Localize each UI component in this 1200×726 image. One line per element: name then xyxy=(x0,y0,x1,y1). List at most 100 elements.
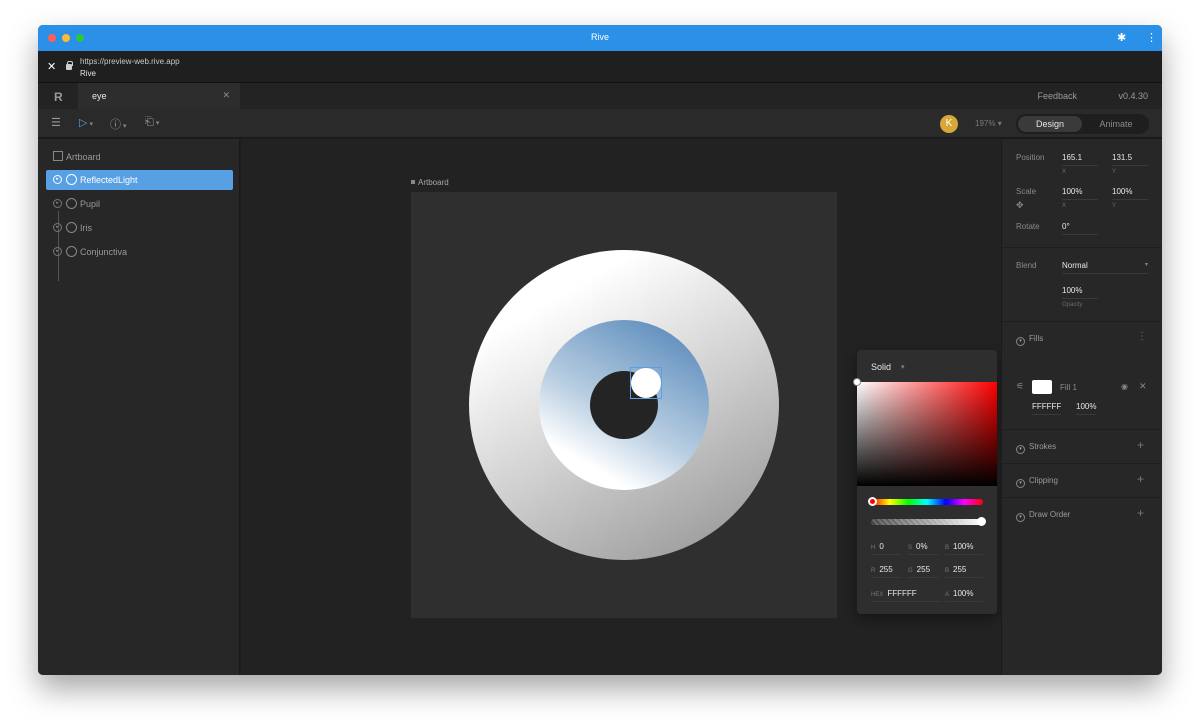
pen-tool-icon[interactable]: ⓘ ▾ xyxy=(110,116,127,132)
editor-toolbar: ☰ ▷ ▾ ⓘ ▾ ⎗ ▾ K 197% ▾ Design Animate xyxy=(38,109,1162,138)
reflected-light-shape[interactable] xyxy=(631,368,661,398)
conjunctiva-shape[interactable] xyxy=(469,250,779,560)
title-bar: Rive ✱ ⋮ xyxy=(38,25,1162,51)
hierarchy-item-iris[interactable]: ▸ Iris xyxy=(46,218,233,238)
a-field[interactable]: A 100% xyxy=(945,589,983,602)
hierarchy-item-conjunctiva[interactable]: ▸ Conjunctiva xyxy=(46,242,233,262)
artboard-label[interactable]: Artboard xyxy=(411,178,449,187)
y-sub-label: Y xyxy=(1112,203,1117,209)
fill-color-swatch[interactable] xyxy=(1032,380,1052,394)
opacity-input[interactable]: 100% xyxy=(1062,286,1098,299)
ellipse-icon xyxy=(66,246,77,257)
remove-fill-icon[interactable]: ✕ xyxy=(1139,381,1147,392)
mode-toggle: Design Animate xyxy=(1016,114,1149,134)
close-icon[interactable]: ✕ xyxy=(47,60,56,73)
y-sub-label: Y xyxy=(1112,169,1117,175)
g-field[interactable]: G 255 xyxy=(908,565,938,578)
hierarchy-item-reflectedlight[interactable]: ▸ ReflectedLight xyxy=(46,170,233,190)
inspector-panel: Position 165.1 131.5 X Y Scale ✥ 100% 10… xyxy=(1001,139,1162,675)
x-sub-label: X xyxy=(1062,203,1067,209)
add-stroke-icon[interactable]: + xyxy=(1137,438,1144,452)
rive-logo-icon[interactable]: R xyxy=(54,90,63,104)
page-title: Rive xyxy=(80,69,97,78)
tab-eye[interactable]: eye ✕ xyxy=(78,83,240,109)
move-icon[interactable]: ✥ xyxy=(1016,200,1024,211)
color-handle[interactable] xyxy=(853,378,861,386)
canvas-stage[interactable]: Artboard Solid ▾ H 0 S 0% B 100% R 255 G… xyxy=(241,139,1002,675)
alpha-slider[interactable] xyxy=(871,517,986,526)
expand-icon[interactable]: ▸ xyxy=(53,223,62,232)
saturation-value-area[interactable] xyxy=(853,378,997,486)
more-icon[interactable]: ⋮ xyxy=(1137,331,1147,342)
expand-icon[interactable]: ▸ xyxy=(53,199,62,208)
alpha-handle[interactable] xyxy=(977,517,986,526)
position-x-input[interactable]: 165.1 xyxy=(1062,153,1098,166)
artboard-icon xyxy=(53,151,63,161)
extension-icon[interactable]: ✱ xyxy=(1117,31,1126,44)
chevron-down-icon: ▾ xyxy=(1016,479,1025,488)
hex-field[interactable]: HEX FFFFFF xyxy=(871,589,941,602)
divider xyxy=(1002,321,1162,322)
position-y-input[interactable]: 131.5 xyxy=(1112,153,1148,166)
blend-mode-select[interactable]: Normal ▾ xyxy=(1062,261,1148,274)
s-field[interactable]: S 0% xyxy=(908,542,938,555)
h-field[interactable]: H0 xyxy=(871,542,901,555)
artboard[interactable] xyxy=(411,192,837,618)
rotate-input[interactable]: 0° xyxy=(1062,222,1098,235)
sliders-icon[interactable]: ⚟ xyxy=(1016,381,1024,392)
window-title: Rive xyxy=(590,32,609,42)
add-clipping-icon[interactable]: + xyxy=(1137,472,1144,486)
position-label: Position xyxy=(1016,153,1045,162)
more-menu-icon[interactable]: ⋮ xyxy=(1146,31,1157,44)
r-field[interactable]: R 255 xyxy=(871,565,901,578)
iris-shape[interactable] xyxy=(539,320,709,490)
hamburger-menu-icon[interactable]: ☰ xyxy=(51,116,61,129)
divider xyxy=(1002,463,1162,464)
fill-opacity-input[interactable]: 100% xyxy=(1076,402,1097,415)
fill-type-select[interactable]: Solid xyxy=(871,362,891,372)
b-field[interactable]: B 100% xyxy=(945,542,983,555)
shape-tool-icon[interactable]: ⎗ ▾ xyxy=(145,116,159,129)
ellipse-icon xyxy=(66,198,77,209)
feedback-link[interactable]: Feedback xyxy=(1037,91,1077,101)
blend-label: Blend xyxy=(1016,261,1037,270)
draw-order-section-header[interactable]: ▾ Draw Order xyxy=(1016,510,1070,522)
chevron-down-icon[interactable]: ▾ xyxy=(901,363,905,371)
clipping-section-header[interactable]: ▾ Clipping xyxy=(1016,476,1058,488)
chevron-down-icon: ▾ xyxy=(1144,262,1148,268)
browser-window: Rive ✱ ⋮ ✕ https://preview-web.rive.app … xyxy=(38,25,1162,675)
fills-section-header[interactable]: ▾ Fills xyxy=(1016,334,1043,346)
strokes-section-header[interactable]: ▾ Strokes xyxy=(1016,442,1056,454)
b-rgb-field[interactable]: B 255 xyxy=(945,565,983,578)
fill-name[interactable]: Fill 1 xyxy=(1060,383,1077,392)
avatar[interactable]: K xyxy=(940,115,958,133)
hierarchy-item-artboard[interactable]: Artboard xyxy=(46,147,233,167)
animate-mode-button[interactable]: Animate xyxy=(1084,116,1148,132)
url-text[interactable]: https://preview-web.rive.app xyxy=(80,56,180,68)
visibility-icon[interactable]: ◉ xyxy=(1121,382,1128,391)
hierarchy-item-pupil[interactable]: ▸ Pupil xyxy=(46,194,233,214)
fill-hex-input[interactable]: FFFFFF xyxy=(1032,402,1062,415)
hue-slider[interactable] xyxy=(868,497,983,506)
lock-icon xyxy=(66,61,73,70)
editor-tab-bar: R eye ✕ Feedback v0.4.30 xyxy=(38,83,1162,109)
x-sub-label: X xyxy=(1062,169,1067,175)
scale-label: Scale xyxy=(1016,187,1037,196)
reflected-light-selection[interactable] xyxy=(630,367,662,399)
scale-y-input[interactable]: 100% xyxy=(1112,187,1148,200)
design-mode-button[interactable]: Design xyxy=(1018,116,1082,132)
version-label: v0.4.30 xyxy=(1118,91,1148,101)
select-tool-icon[interactable]: ▷ ▾ xyxy=(79,116,93,129)
expand-icon[interactable]: ▸ xyxy=(53,247,62,256)
chevron-down-icon: ▾ xyxy=(1016,445,1025,454)
expand-icon[interactable]: ▸ xyxy=(53,175,62,184)
tab-label: eye xyxy=(92,91,107,101)
hierarchy-panel: Artboard ▸ ReflectedLight ▸ Pupil ▸ Iris… xyxy=(38,139,240,675)
scale-x-input[interactable]: 100% xyxy=(1062,187,1098,200)
chevron-down-icon: ▾ xyxy=(1016,337,1025,346)
close-tab-icon[interactable]: ✕ xyxy=(222,90,230,101)
zoom-level[interactable]: 197% ▾ xyxy=(975,119,1002,128)
divider xyxy=(1002,429,1162,430)
add-draw-order-icon[interactable]: + xyxy=(1137,506,1144,520)
hue-handle[interactable] xyxy=(868,497,877,506)
